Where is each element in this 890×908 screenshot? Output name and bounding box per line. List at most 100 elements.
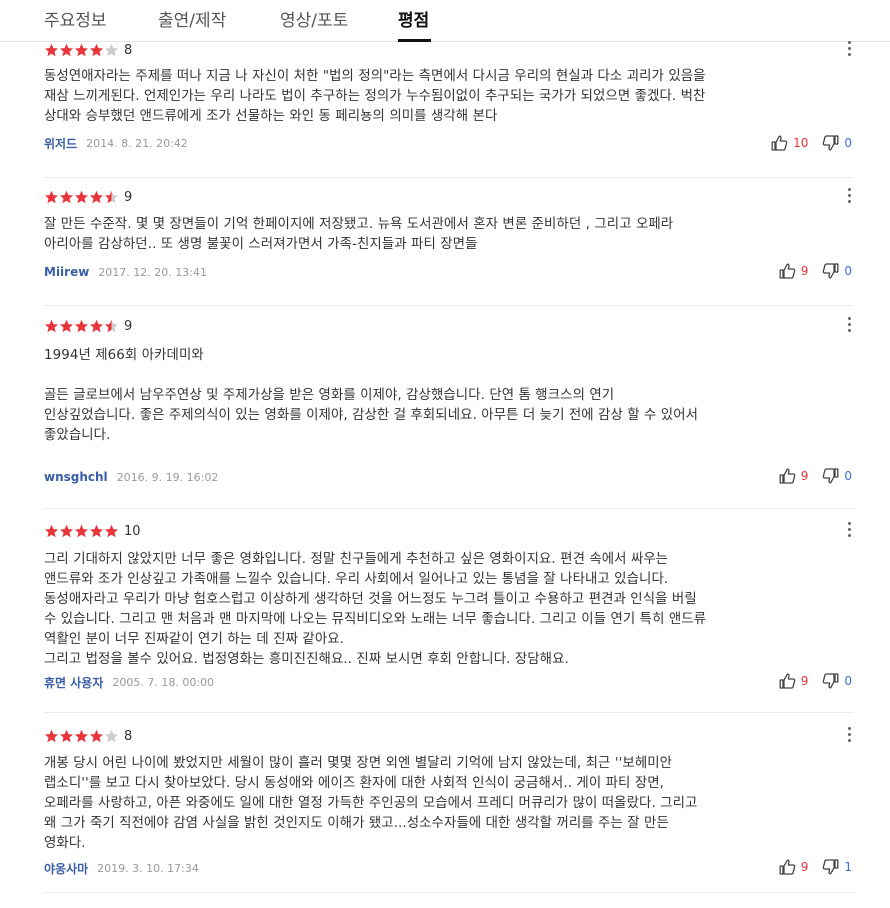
vote-group: 10 0 bbox=[771, 134, 852, 152]
review-meta: Miirew 2017. 12. 20. 13:41 bbox=[44, 264, 207, 280]
dislike-count: 0 bbox=[844, 674, 852, 688]
rating: 8 bbox=[44, 728, 132, 744]
review-text: 동성연애자라는 주제를 떠나 지금 나 자신이 처한 "법의 정의"라는 측면에… bbox=[44, 67, 844, 127]
review-text-line: 잘 만든 수준작. 몇 몇 장면들이 기억 한페이지에 저장됐고. 뉴욕 도서관… bbox=[44, 217, 674, 232]
review-date: 2014. 8. 21. 20:42 bbox=[86, 136, 188, 150]
more-options-icon[interactable] bbox=[842, 724, 856, 744]
dislike-button[interactable]: 0 bbox=[822, 468, 852, 484]
thumbs-up-icon bbox=[779, 859, 796, 875]
review-text-line: 개봉 당시 어린 나이에 봤었지만 세월이 많이 흘러 몇몇 장면 외엔 별달리… bbox=[44, 756, 673, 771]
review-meta: wnsghchl 2016. 9. 19. 16:02 bbox=[44, 469, 218, 485]
review-meta: 휴면 사용자 2005. 7. 18. 00:00 bbox=[44, 674, 214, 690]
dislike-count: 1 bbox=[844, 860, 852, 874]
review-author[interactable]: wnsghchl bbox=[44, 470, 108, 484]
review-author[interactable]: 휴면 사용자 bbox=[44, 674, 103, 691]
star-icon bbox=[74, 524, 89, 538]
like-count: 9 bbox=[800, 264, 809, 278]
dislike-button[interactable]: 0 bbox=[822, 263, 852, 279]
star-icon bbox=[89, 524, 104, 538]
review-meta: 야옹사마 2019. 3. 10. 17:34 bbox=[44, 860, 199, 876]
star-icon bbox=[104, 729, 119, 743]
star-icon bbox=[89, 729, 104, 743]
like-button[interactable]: 9 bbox=[779, 673, 808, 689]
star-icon bbox=[44, 319, 59, 333]
dislike-button[interactable]: 1 bbox=[822, 859, 852, 875]
review-date: 2016. 9. 19. 16:02 bbox=[116, 470, 219, 484]
more-options-icon[interactable] bbox=[842, 185, 856, 205]
like-button[interactable]: 9 bbox=[779, 468, 809, 484]
review-text-line: 역활인 분이 너무 진짜같이 연기 하는 데 진짜 같아요. bbox=[44, 632, 345, 647]
tab-main-info[interactable]: 주요정보 bbox=[44, 6, 107, 31]
review-text-line: 좋았습니다. bbox=[44, 428, 111, 443]
star-icon bbox=[59, 524, 74, 538]
review-author[interactable]: 야옹사마 bbox=[44, 860, 88, 877]
review-text-line: 그리 기대하지 않았지만 너무 좋은 영화입니다. 정말 친구들에게 추천하고 … bbox=[44, 552, 669, 567]
review-text-line: 왜 그가 죽기 직전에야 감염 사실을 밝힌 것인지도 이해가 됐고...성소수… bbox=[44, 816, 669, 831]
thumbs-up-icon bbox=[779, 263, 796, 279]
like-count: 9 bbox=[800, 469, 809, 483]
like-button[interactable]: 10 bbox=[771, 135, 808, 151]
star-rating bbox=[44, 319, 119, 333]
review-text: 그리 기대하지 않았지만 너무 좋은 영화입니다. 정말 친구들에게 추천하고 … bbox=[44, 550, 844, 670]
star-icon bbox=[59, 43, 74, 57]
review-date: 2017. 12. 20. 13:41 bbox=[98, 265, 207, 279]
divider bbox=[44, 508, 854, 509]
star-icon bbox=[44, 190, 59, 204]
review-text-line: 상대와 승부했던 앤드류에게 조가 선물하는 와인 동 페리뇽의 의미를 생각해… bbox=[44, 109, 498, 124]
tab-ratings[interactable]: 평점 bbox=[398, 6, 429, 31]
thumbs-down-icon bbox=[822, 135, 839, 151]
star-icon bbox=[89, 319, 104, 333]
rating-score: 8 bbox=[124, 728, 133, 744]
star-icon bbox=[89, 43, 104, 57]
more-options-icon[interactable] bbox=[842, 519, 856, 539]
more-options-icon[interactable] bbox=[842, 314, 856, 334]
vote-group: 9 0 bbox=[779, 672, 852, 690]
thumbs-up-icon bbox=[779, 468, 796, 484]
dislike-button[interactable]: 0 bbox=[822, 673, 852, 689]
star-icon bbox=[74, 190, 89, 204]
tab-bar: 주요정보 출연/제작 영상/포토 평점 bbox=[0, 0, 890, 42]
like-button[interactable]: 9 bbox=[779, 859, 808, 875]
star-icon bbox=[104, 190, 119, 204]
star-rating bbox=[44, 524, 119, 538]
star-rating bbox=[44, 43, 119, 57]
review-text-line: 앤드류와 조가 인상깊고 가족애를 느낄수 있습니다. 우리 사회에서 일어나고… bbox=[44, 572, 669, 587]
star-icon bbox=[44, 43, 59, 57]
tab-cast-crew[interactable]: 출연/제작 bbox=[158, 6, 226, 31]
thumbs-down-icon bbox=[822, 468, 839, 484]
divider bbox=[44, 712, 854, 713]
vote-group: 9 1 bbox=[779, 858, 852, 876]
review-text-line: 동성애자라고 우리가 마냥 험호스럽고 이상하게 생각하던 것을 어느정도 누그… bbox=[44, 592, 697, 607]
rating: 8 bbox=[44, 42, 132, 58]
dislike-count: 0 bbox=[844, 136, 852, 150]
review-text-line: 수 있습니다. 그리고 맨 처음과 맨 마지막에 나오는 뮤직비디오와 노래는 … bbox=[44, 612, 707, 627]
rating-score: 8 bbox=[124, 42, 133, 58]
active-tab-indicator bbox=[398, 39, 431, 42]
review-text-line: 동성연애자라는 주제를 떠나 지금 나 자신이 처한 "법의 정의"라는 측면에… bbox=[44, 69, 706, 84]
more-options-icon[interactable] bbox=[842, 38, 856, 58]
review-author[interactable]: Miirew bbox=[44, 265, 89, 279]
review-text-line bbox=[44, 366, 844, 386]
star-icon bbox=[59, 319, 74, 333]
star-rating bbox=[44, 729, 119, 743]
dislike-button[interactable]: 0 bbox=[822, 135, 852, 151]
dislike-count: 0 bbox=[844, 469, 852, 483]
star-rating bbox=[44, 190, 119, 204]
star-icon bbox=[74, 319, 89, 333]
tab-video-photo[interactable]: 영상/포토 bbox=[280, 6, 348, 31]
like-button[interactable]: 9 bbox=[779, 263, 809, 279]
review-text-line: 1994년 제66회 아카데미와 bbox=[44, 348, 204, 363]
star-icon bbox=[89, 190, 104, 204]
review-text-line: 랩소디''를 보고 다시 찾아보았다. 당시 동성애와 에이즈 환자에 대한 사… bbox=[44, 776, 665, 791]
dislike-count: 0 bbox=[844, 264, 852, 278]
star-icon bbox=[74, 729, 89, 743]
like-count: 10 bbox=[793, 136, 809, 150]
review-text: 1994년 제66회 아카데미와 골든 글로브에서 남우주연상 및 주제가상을 받… bbox=[44, 346, 844, 446]
star-icon bbox=[59, 190, 74, 204]
star-icon bbox=[104, 524, 119, 538]
divider bbox=[44, 892, 854, 893]
review-text-line: 재삼 느끼게된다. 언제인가는 우리 나라도 법이 추구하는 정의가 누수됨이없… bbox=[44, 89, 706, 104]
review-author[interactable]: 위저드 bbox=[44, 135, 77, 152]
vote-group: 9 0 bbox=[779, 467, 852, 485]
star-icon bbox=[74, 43, 89, 57]
